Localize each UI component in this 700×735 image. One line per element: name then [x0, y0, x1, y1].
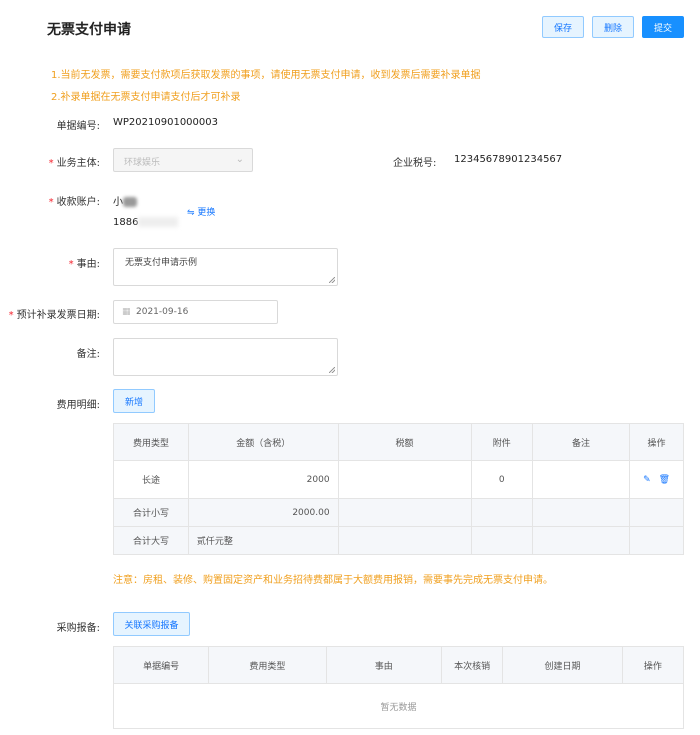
column-header: 单据编号: [112, 646, 210, 684]
column-header: 创建日期: [502, 646, 623, 684]
entity-select[interactable]: 环球娱乐 ⌄: [113, 148, 253, 172]
account-name: 小: [113, 193, 137, 208]
expense-type-cell: 长途: [113, 460, 189, 499]
remark-textarea[interactable]: [113, 338, 338, 376]
subtotal-label: 合计小写: [113, 498, 189, 527]
column-header: 附件: [470, 423, 533, 461]
calendar-icon: ▦: [122, 307, 131, 317]
save-button[interactable]: 保存: [542, 16, 584, 38]
resize-handle-icon[interactable]: [329, 367, 335, 373]
account-label: * 收款账户:: [48, 197, 100, 208]
expense-label: 费用明细:: [56, 400, 100, 411]
doc-no-value: WP20210901000003: [113, 117, 218, 128]
invoice-date-picker[interactable]: ▦ 2021-09-16: [113, 300, 278, 324]
invoice-date-label: * 预计补录发票日期:: [8, 310, 100, 321]
column-header: 金额（含税）: [187, 423, 339, 461]
page-title: 无票支付申请: [47, 22, 131, 38]
tax-no-label: 企业税号:: [393, 158, 437, 169]
submit-button[interactable]: 提交: [642, 16, 684, 38]
column-header: 费用类型: [113, 423, 189, 461]
column-header: 操作: [629, 423, 684, 461]
column-header: 备注: [531, 423, 631, 461]
column-header: 税额: [337, 423, 472, 461]
total-upper-value: 贰仟元整: [187, 526, 339, 555]
account-phone: 1886: [113, 217, 179, 228]
column-header: 费用类型: [208, 646, 327, 684]
total-upper-label: 合计大写: [113, 526, 189, 555]
expense-actions-cell: ✎ 🗑: [629, 460, 684, 499]
chevron-down-icon: ⌄: [235, 154, 244, 165]
expense-tax-cell[interactable]: [337, 460, 472, 499]
remark-label: 备注:: [76, 349, 100, 360]
purchase-label: 采购报备:: [56, 623, 100, 634]
notice-line-1: 1.当前无发票，需要支付款项后获取发票的事项，请使用无票支付申请，收到发票后需要…: [51, 70, 481, 81]
reason-text: 无票支付申请示例: [125, 258, 198, 268]
doc-no-label: 单据编号:: [56, 121, 100, 132]
empty-state: 暂无数据: [113, 683, 684, 729]
subtotal-value: 2000.00: [187, 498, 339, 527]
entity-label: * 业务主体:: [48, 158, 100, 169]
notice-line-2: 2.补录单据在无票支付申请支付后才可补录: [51, 92, 241, 103]
table-row: 长途 2000 0 ✎ 🗑: [113, 460, 684, 499]
reason-label: * 事由:: [68, 259, 100, 270]
expense-remark-cell[interactable]: [531, 460, 631, 499]
expense-table: 费用类型 金额（含税） 税额 附件 备注 操作 长途 2000 0 ✎ 🗑 合计小…: [113, 423, 684, 555]
purchase-table: 单据编号 费用类型 事由 本次核销 创建日期 操作 暂无数据: [112, 646, 685, 729]
resize-handle-icon[interactable]: [329, 277, 335, 283]
change-account-link[interactable]: ⇋ 更换: [187, 205, 215, 218]
column-header: 本次核销: [440, 646, 504, 684]
expense-amount-cell[interactable]: 2000: [187, 460, 339, 499]
edit-icon[interactable]: ✎: [643, 475, 651, 485]
trash-icon[interactable]: 🗑: [659, 475, 670, 485]
column-header: 操作: [621, 646, 685, 684]
reason-textarea[interactable]: 无票支付申请示例: [113, 248, 338, 286]
subtotal-row: 合计小写 2000.00: [113, 498, 684, 527]
add-expense-button[interactable]: 新增: [113, 389, 155, 413]
delete-button[interactable]: 删除: [592, 16, 634, 38]
expense-attachments-cell[interactable]: 0: [470, 460, 533, 499]
total-upper-row: 合计大写 贰仟元整: [113, 526, 684, 555]
swap-icon: ⇋: [187, 208, 198, 218]
invoice-date-value: 2021-09-16: [136, 307, 189, 317]
tax-no-value: 12345678901234567: [454, 154, 563, 165]
link-purchase-report-button[interactable]: 关联采购报备: [113, 612, 190, 636]
entity-select-value: 环球娱乐: [124, 158, 161, 168]
column-header: 事由: [325, 646, 443, 684]
large-expense-warning: 注意：房租、装修、购置固定资产和业务招待费都属于大额费用报销，需要事先完成无票支…: [113, 575, 553, 586]
